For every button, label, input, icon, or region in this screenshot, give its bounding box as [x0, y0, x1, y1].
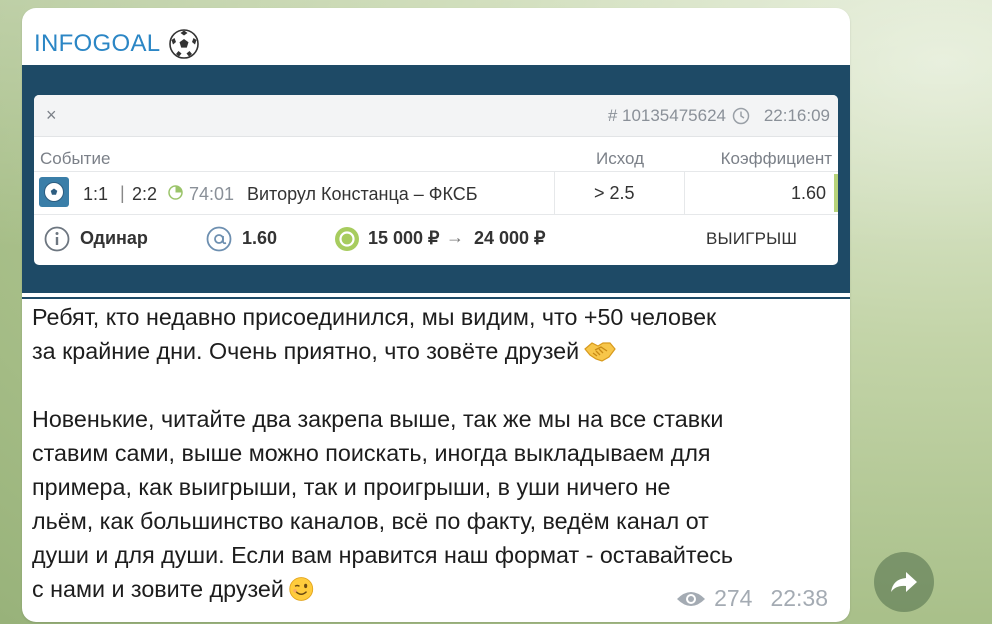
- column-divider: [684, 172, 685, 214]
- score-main: 1:1: [83, 184, 109, 204]
- message-line-text: с нами и зовите друзей: [32, 576, 284, 602]
- message-meta: 274 22:38: [676, 585, 828, 612]
- coin-icon: [335, 227, 359, 251]
- channel-name: INFOGOAL: [34, 30, 161, 57]
- column-divider: [554, 172, 555, 214]
- message-line: за крайние дни. Очень приятно, что зовёт…: [32, 334, 832, 368]
- outcome-value: > 2.5: [594, 183, 635, 203]
- soccer-sport-icon: [39, 177, 69, 207]
- message-line-text: за крайние дни. Очень приятно, что зовёт…: [32, 338, 580, 364]
- total-coefficient: 1.60: [242, 228, 278, 248]
- view-count: 274: [714, 585, 753, 611]
- channel-name-link[interactable]: INFOGOAL: [34, 28, 200, 60]
- score-second: 2:2: [132, 184, 158, 204]
- score-separator: |: [120, 183, 125, 203]
- info-icon: [44, 226, 70, 252]
- message-line: души и для души. Если вам нравится наш ф…: [32, 542, 734, 568]
- payout-amount: 24 000 ₽: [474, 228, 546, 248]
- clock-icon: [732, 107, 750, 125]
- bet-slip-header: × # 10135475624 22:16:09: [34, 95, 838, 137]
- close-icon: ×: [46, 105, 57, 125]
- soccer-ball-icon: [169, 29, 200, 59]
- match-minute: 74:01: [189, 184, 235, 204]
- message-text: Ребят, кто недавно присоединился, мы вид…: [32, 300, 832, 606]
- column-outcome: Исход: [596, 149, 645, 168]
- share-arrow-icon: [891, 572, 917, 592]
- divider: [22, 297, 850, 299]
- message-line: льём, как большинство каналов, всё по фа…: [32, 508, 709, 534]
- message-line: Ребят, кто недавно присоединился, мы вид…: [32, 304, 717, 330]
- ticket-time: 22:16:09: [763, 106, 830, 125]
- message-line: примера, как выигрыши, так и проигрыши, …: [32, 474, 671, 500]
- coefficient-icon: [206, 226, 232, 252]
- column-event: Событие: [40, 149, 111, 168]
- bet-type: Одинар: [80, 228, 148, 248]
- column-coefficient: Коэффициент: [720, 149, 832, 168]
- coefficient-value: 1.60: [790, 183, 826, 203]
- bet-slip-image[interactable]: × # 10135475624 22:16:09 Событие Исход К…: [22, 65, 850, 299]
- stake-amount: 15 000 ₽: [368, 228, 440, 248]
- forward-button[interactable]: [874, 552, 934, 612]
- match-timer-icon: [168, 185, 183, 200]
- message-line: Новенькие, читайте два закрепа выше, так…: [32, 406, 724, 432]
- event-row: 1:1 | 2:2 74:01 Виторул Констанца – ФКСБ…: [34, 171, 838, 215]
- eye-icon: [677, 591, 706, 606]
- bet-slip: × # 10135475624 22:16:09 Событие Исход К…: [34, 95, 838, 265]
- message-line: ставим сами, выше можно поискать, иногда…: [32, 440, 711, 466]
- bet-slip-footer: Одинар 1.60 15 000 ₽ → 24 000 ₽ ВЫИГРЫШ: [34, 217, 838, 261]
- arrow-right-icon: →: [446, 227, 464, 247]
- ticket-id: # 10135475624: [607, 106, 726, 125]
- winking-face-emoji-icon: [289, 577, 314, 601]
- bet-result: ВЫИГРЫШ: [706, 229, 798, 248]
- message-bubble: INFOGOAL × # 10135475624 22:16:09 Событи…: [22, 8, 850, 622]
- message-time: 22:38: [770, 585, 828, 611]
- match-name: Виторул Констанца – ФКСБ: [247, 184, 478, 204]
- win-indicator-bar: [834, 174, 838, 212]
- handshake-emoji-icon: [584, 342, 616, 362]
